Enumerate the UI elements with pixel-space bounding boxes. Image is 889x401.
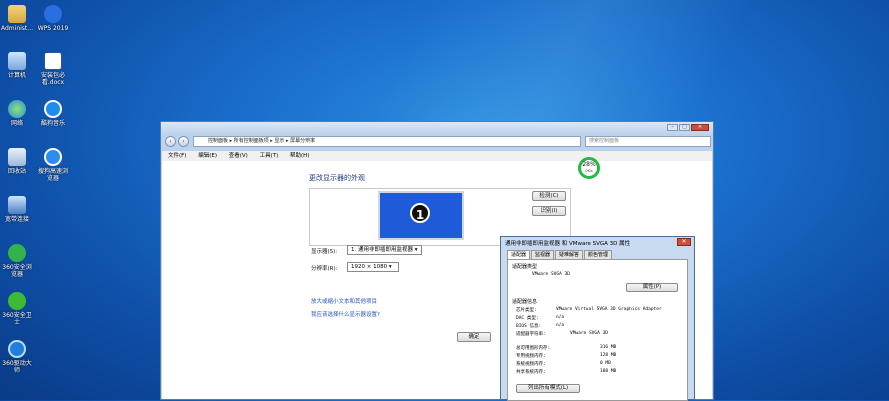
- menu-edit[interactable]: 编辑(E): [198, 153, 217, 159]
- ok-button[interactable]: 确定: [457, 332, 491, 342]
- wps-icon: [44, 5, 62, 23]
- menu-tools[interactable]: 工具(T): [260, 153, 279, 159]
- dac-type-value: n/a: [556, 315, 565, 320]
- adapter-type-label: 适配器类型: [512, 264, 538, 270]
- broadband-connection-icon: [8, 196, 26, 214]
- display-label: 显示器(S):: [311, 249, 338, 255]
- text-size-link[interactable]: 放大或缩小文本和其他项目: [311, 297, 377, 305]
- desktop-icon-broadband[interactable]: 宽带连接: [0, 196, 34, 223]
- navigation-bar: ‹ › 控制面板 ▸ 所有控制面板项 ▸ 显示 ▸ 屏幕分辨率 搜索控制面板: [163, 135, 711, 149]
- desktop-icon-sogou-browser[interactable]: 搜狗高速浏览器: [36, 148, 70, 182]
- properties-button[interactable]: 属性(P): [626, 283, 678, 292]
- adapter-type-value: VMware SVGA 3D: [532, 272, 570, 277]
- menu-file[interactable]: 文件(F): [168, 153, 186, 159]
- menu-view[interactable]: 查看(V): [229, 153, 248, 159]
- minimize-button[interactable]: –: [667, 124, 678, 131]
- desktop-icon-360-browser[interactable]: 360安全浏览器: [0, 244, 34, 278]
- tab-monitor[interactable]: 监视器: [531, 250, 555, 259]
- back-button[interactable]: ‹: [165, 136, 176, 147]
- gauge-percent: 28%: [582, 161, 596, 168]
- shared-memory-value: 188 MB: [600, 369, 617, 374]
- page-title: 更改显示器的外观: [309, 174, 365, 182]
- desktop-icon-360-security[interactable]: 360安全卫士: [0, 292, 34, 326]
- search-placeholder: 搜索控制面板: [589, 138, 620, 144]
- total-memory-value: 316 MB: [600, 345, 617, 350]
- dac-type-key: DAC 类型:: [516, 316, 539, 321]
- 360-security-icon: [8, 292, 26, 310]
- dialog-title: 通用非即插即用监视器 和 VMware SVGA 3D 属性: [505, 241, 631, 247]
- gauge-speed: 0K/s: [585, 169, 593, 173]
- computer-icon: [8, 52, 26, 70]
- address-text: 控制面板 ▸ 所有控制面板项 ▸ 显示 ▸ 屏幕分辨率: [208, 138, 316, 144]
- display-select[interactable]: 1. 通用非即插即用监视器 ▾: [347, 245, 422, 255]
- detect-button[interactable]: 检测(C): [532, 191, 566, 201]
- bios-info-key: BIOS 信息:: [516, 324, 542, 329]
- desktop-icon-computer[interactable]: 计算机: [0, 52, 34, 79]
- shared-memory-key: 共享系统内存:: [516, 370, 546, 375]
- menu-help[interactable]: 帮助(H): [290, 153, 309, 159]
- identify-button[interactable]: 识别(I): [532, 206, 566, 216]
- desktop-icon-docx[interactable]: 安装包必看.docx: [36, 52, 70, 86]
- resolution-select[interactable]: 1920 × 1080 ▾: [347, 262, 399, 272]
- resolution-label: 分辨率(R):: [311, 266, 338, 272]
- network-globe-icon: [8, 100, 26, 118]
- forward-button[interactable]: ›: [178, 136, 189, 147]
- system-video-memory-key: 系统视频内存:: [516, 362, 546, 367]
- tab-adapter[interactable]: 适配器: [507, 250, 531, 259]
- search-input[interactable]: 搜索控制面板: [585, 136, 711, 147]
- kugou-icon: [44, 100, 62, 118]
- desktop-icon-recycle-bin[interactable]: 回收站: [0, 148, 34, 175]
- maximize-button[interactable]: □: [679, 124, 690, 131]
- monitor-display-1[interactable]: 1: [378, 191, 464, 240]
- dedicated-memory-key: 专用视频内存:: [516, 354, 546, 359]
- tab-troubleshoot[interactable]: 疑难解答: [555, 250, 584, 259]
- desktop-icon-wps[interactable]: WPS 2019: [36, 5, 70, 32]
- adapter-tab-panel: 适配器类型 VMware SVGA 3D 属性(P) 适配器信息 芯片类型: V…: [507, 259, 688, 401]
- word-document-icon: [44, 52, 62, 70]
- system-video-memory-value: 0 MB: [600, 361, 611, 366]
- folder-icon: [8, 5, 26, 23]
- network-speed-gauge[interactable]: 28% 0K/s: [578, 157, 600, 179]
- desktop-icon-360-driver[interactable]: 360驱动大师: [0, 340, 34, 374]
- dialog-tabs: 适配器 监视器 疑难解答 颜色管理: [507, 250, 613, 259]
- dedicated-memory-value: 128 MB: [600, 353, 617, 358]
- close-button[interactable]: ✕: [691, 124, 709, 131]
- recycle-bin-icon: [8, 148, 26, 166]
- monitor-number-badge: 1: [410, 203, 430, 223]
- 360-driver-icon: [8, 340, 26, 358]
- address-bar[interactable]: 控制面板 ▸ 所有控制面板项 ▸ 显示 ▸ 屏幕分辨率: [193, 136, 581, 147]
- chip-type-value: VMware Virtual SVGA 3D Graphics Adapter: [556, 307, 662, 312]
- adapter-properties-dialog: 通用非即插即用监视器 和 VMware SVGA 3D 属性 ✕ 适配器 监视器…: [500, 236, 695, 401]
- adapter-string-key: 适配器字符串:: [516, 332, 546, 337]
- display-settings-help-link[interactable]: 我应该选择什么显示器设置?: [311, 310, 380, 318]
- adapter-info-label: 适配器信息: [512, 299, 538, 305]
- list-all-modes-button[interactable]: 列出所有模式(L): [516, 384, 580, 393]
- chip-type-key: 芯片类型:: [516, 308, 537, 313]
- 360-browser-icon: [8, 244, 26, 262]
- dialog-close-button[interactable]: ✕: [677, 238, 691, 246]
- bios-info-value: n/a: [556, 323, 565, 328]
- adapter-string-value: VMware SVGA 3D: [570, 331, 608, 336]
- desktop-icon-network[interactable]: 网络: [0, 100, 34, 127]
- tab-color-management[interactable]: 颜色管理: [584, 250, 613, 259]
- total-memory-key: 总可用图形内存:: [516, 346, 551, 351]
- menu-bar: 文件(F) 编辑(E) 查看(V) 工具(T) 帮助(H): [162, 151, 712, 161]
- window-titlebar[interactable]: – □ ✕: [161, 122, 713, 134]
- sogou-browser-icon: [44, 148, 62, 166]
- desktop-icon-kugou[interactable]: 酷狗音乐: [36, 100, 70, 127]
- desktop-icon-administrator[interactable]: Administ...: [0, 5, 34, 32]
